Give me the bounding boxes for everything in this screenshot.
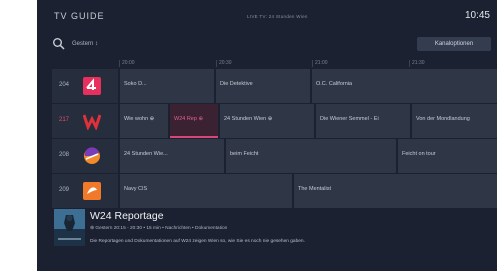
program-detail-title: W24 Reportage — [90, 210, 164, 222]
program-title: Navy CIS — [124, 186, 148, 192]
program-title: W24 Rep ⊕ — [174, 116, 204, 122]
channel-options-button[interactable]: Kanaloptionen — [417, 37, 491, 51]
program-title: Von der Mondlandung — [416, 116, 470, 122]
program-title: beim Feicht — [230, 151, 259, 157]
program-title: Die Wiener Semmel - Ei — [320, 116, 379, 122]
channel-number: 208 — [59, 152, 70, 158]
program-cell[interactable]: Von der Mondlandung — [412, 104, 497, 138]
program-cell[interactable]: 24 Stunden Wie... — [120, 139, 224, 173]
channel-number: 204 — [59, 82, 70, 88]
puls24-icon — [83, 147, 101, 165]
program-detail-meta: ⊕ Gestern 20:15 - 20:30 • 15 min • Nachr… — [90, 226, 228, 231]
program-title: Feicht on tour — [402, 151, 436, 157]
timeline-tick — [409, 60, 410, 67]
program-cell[interactable]: beim Feicht — [226, 139, 396, 173]
channel-cell[interactable]: 217 — [52, 104, 118, 138]
program-cell[interactable]: Navy CIS — [120, 174, 292, 208]
program-cell[interactable]: 24 Stunden Wien ⊕ — [220, 104, 314, 138]
timeline-tick — [119, 60, 120, 67]
live-tv-label: LIVE TV: 24 Stunden Wien — [247, 14, 308, 19]
tv-guide-screen: TV GUIDE LIVE TV: 24 Stunden Wien 10:45 … — [37, 0, 497, 271]
program-cell[interactable]: Wie wohn ⊕ — [120, 104, 168, 138]
day-selector[interactable]: Gestern ↕ — [67, 38, 103, 50]
timeline-label: 20:00 — [122, 60, 135, 66]
program-title: Die Detektive — [220, 81, 253, 87]
program-title: Soko D... — [124, 81, 147, 87]
program-cell[interactable]: Die Detektive — [216, 69, 310, 103]
program-thumbnail — [54, 209, 85, 246]
program-cell[interactable]: O.C. California — [312, 69, 497, 103]
channel-cell[interactable]: 209 — [52, 174, 118, 208]
program-title: O.C. California — [316, 81, 353, 87]
channel-row: 204 Soko D... Die Detektive O.C. Califor… — [52, 69, 497, 103]
program-cell[interactable]: Soko D... — [120, 69, 214, 103]
search-icon[interactable] — [52, 37, 66, 51]
program-cell-selected[interactable]: W24 Rep ⊕ — [170, 104, 218, 138]
program-detail-description: Die Reportagen und Dokumentationen auf W… — [90, 239, 305, 244]
program-title: 24 Stunden Wien ⊕ — [224, 116, 273, 122]
program-title: 24 Stunden Wie... — [124, 151, 168, 157]
timeline-tick — [216, 60, 217, 67]
channel-number: 217 — [59, 117, 70, 123]
timeline-label: 21:00 — [315, 60, 328, 66]
program-title: Wie wohn ⊕ — [124, 116, 155, 122]
channel-number: 209 — [59, 187, 70, 193]
timeline-label: 20:30 — [219, 60, 232, 66]
page-title: TV GUIDE — [54, 11, 105, 21]
program-cell[interactable]: Die Wiener Semmel - Ei — [316, 104, 410, 138]
clock: 10:45 — [464, 10, 490, 21]
timeline-tick — [312, 60, 313, 67]
channel-row: 208 24 Stunden Wie... beim Feicht Feicht… — [52, 139, 497, 173]
timeline-label: 21:30 — [412, 60, 425, 66]
program-title: The Mentalist — [298, 186, 332, 192]
channel-row: 217 Wie wohn ⊕ W24 Rep ⊕ 24 Stunden Wien… — [52, 104, 497, 138]
w24-icon — [82, 112, 102, 131]
channel-cell[interactable]: 208 — [52, 139, 118, 173]
sixx-icon — [83, 77, 101, 95]
atv2-icon — [83, 182, 101, 200]
channel-cell[interactable]: 204 — [52, 69, 118, 103]
program-cell[interactable]: Feicht on tour — [398, 139, 497, 173]
program-cell[interactable]: The Mentalist — [294, 174, 497, 208]
channel-row: 209 Navy CIS The Mentalist — [52, 174, 497, 208]
